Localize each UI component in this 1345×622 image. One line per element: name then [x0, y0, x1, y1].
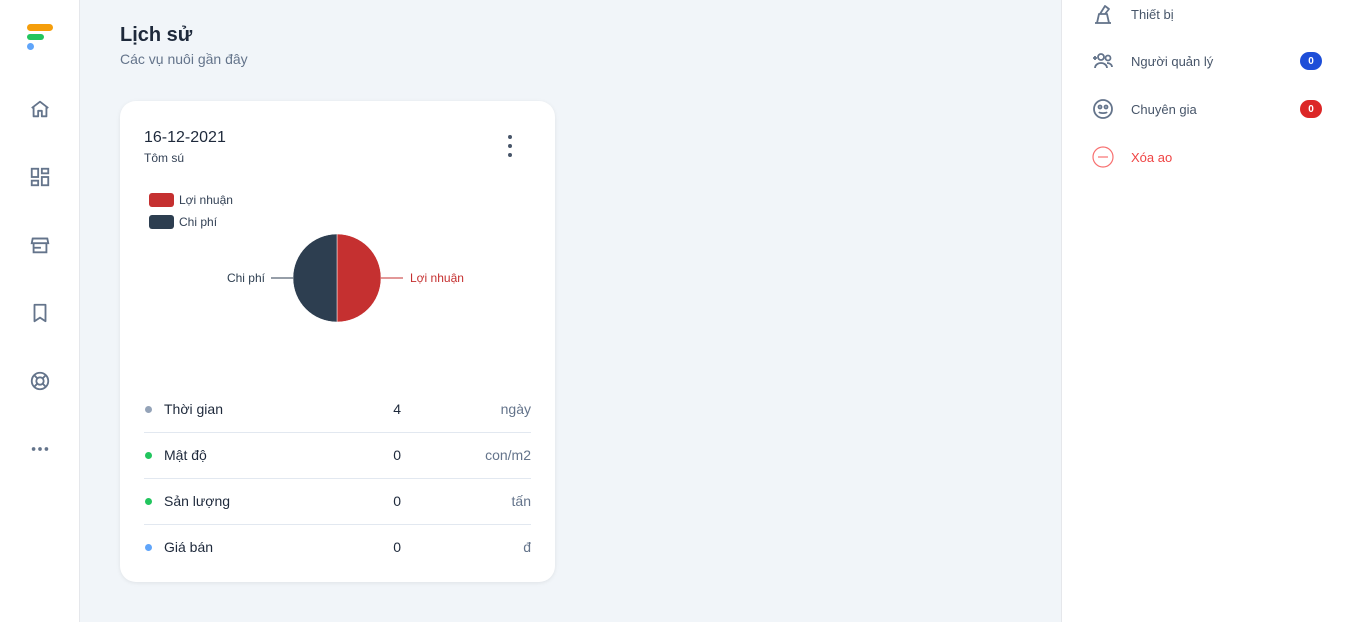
stat-label: Sản lượng	[164, 493, 231, 509]
stat-row-yield: Sản lượng 0 tấn	[144, 479, 531, 525]
stat-value: 0	[393, 539, 401, 555]
stat-row-density: Mật độ 0 con/m2	[144, 433, 531, 479]
stat-label: Mật độ	[164, 447, 207, 463]
managers-icon	[1090, 48, 1116, 74]
menu-item-label: Thiết bị	[1131, 6, 1174, 22]
bookmark-icon[interactable]	[28, 301, 52, 325]
status-dot	[145, 452, 152, 459]
stat-value: 0	[393, 493, 401, 509]
stat-label: Giá bán	[164, 539, 214, 555]
stat-value: 4	[393, 401, 401, 417]
status-dot	[145, 498, 152, 505]
right-panel: Thiết bị Người quản lý 0 Chuyên gia 0 Xó…	[1061, 0, 1345, 622]
count-badge: 0	[1300, 100, 1322, 118]
count-badge: 0	[1300, 52, 1322, 70]
more-icon[interactable]	[28, 437, 52, 461]
pie-label: Lợi nhuận	[410, 271, 464, 285]
expert-icon	[1090, 96, 1116, 122]
stat-row-duration: Thời gian 4 ngày	[144, 387, 531, 433]
page-subtitle: Các vụ nuôi gần đây	[120, 51, 248, 67]
stat-unit: ngày	[500, 401, 531, 417]
stats-list: Thời gian 4 ngày Mật độ 0 con/m2 Sản lượ…	[144, 387, 531, 571]
history-card[interactable]: 16-12-2021 Tôm sú Lợi nhuận Chi phí Lợi …	[120, 101, 555, 582]
pie-label: Chi phí	[227, 271, 266, 285]
stat-value: 0	[393, 447, 401, 463]
remove-icon	[1090, 144, 1116, 170]
menu-item-label: Chuyên gia	[1131, 101, 1197, 117]
store-icon[interactable]	[28, 233, 52, 257]
menu-item-label: Xóa ao	[1131, 149, 1173, 165]
stat-unit: tấn	[511, 493, 531, 509]
main-content: Lịch sử Các vụ nuôi gần đây 16-12-2021 T…	[80, 0, 1061, 622]
menu-item-delete-pond[interactable]: Xóa ao	[1090, 144, 1322, 170]
pie-slice-0[interactable]	[336, 233, 382, 323]
app-logo[interactable]	[27, 24, 53, 50]
left-sidebar	[0, 0, 80, 622]
stat-unit: đ	[523, 539, 531, 555]
stat-unit: con/m2	[485, 447, 531, 463]
status-dot	[145, 544, 152, 551]
page-title: Lịch sử	[120, 24, 193, 46]
menu-item-devices[interactable]: Thiết bị	[1090, 1, 1322, 27]
menu-item-managers[interactable]: Người quản lý 0	[1090, 48, 1322, 74]
device-icon	[1090, 1, 1116, 27]
pie-chart: Lợi nhuận Chi phí	[227, 233, 464, 323]
pie-slice-1[interactable]	[292, 233, 338, 323]
dashboard-icon[interactable]	[28, 165, 52, 189]
stat-label: Thời gian	[164, 401, 223, 417]
menu-item-label: Người quản lý	[1131, 53, 1214, 69]
support-icon[interactable]	[28, 369, 52, 393]
status-dot	[145, 406, 152, 413]
stat-row-price: Giá bán 0 đ	[144, 525, 531, 571]
home-icon[interactable]	[28, 97, 52, 121]
menu-item-experts[interactable]: Chuyên gia 0	[1090, 96, 1322, 122]
